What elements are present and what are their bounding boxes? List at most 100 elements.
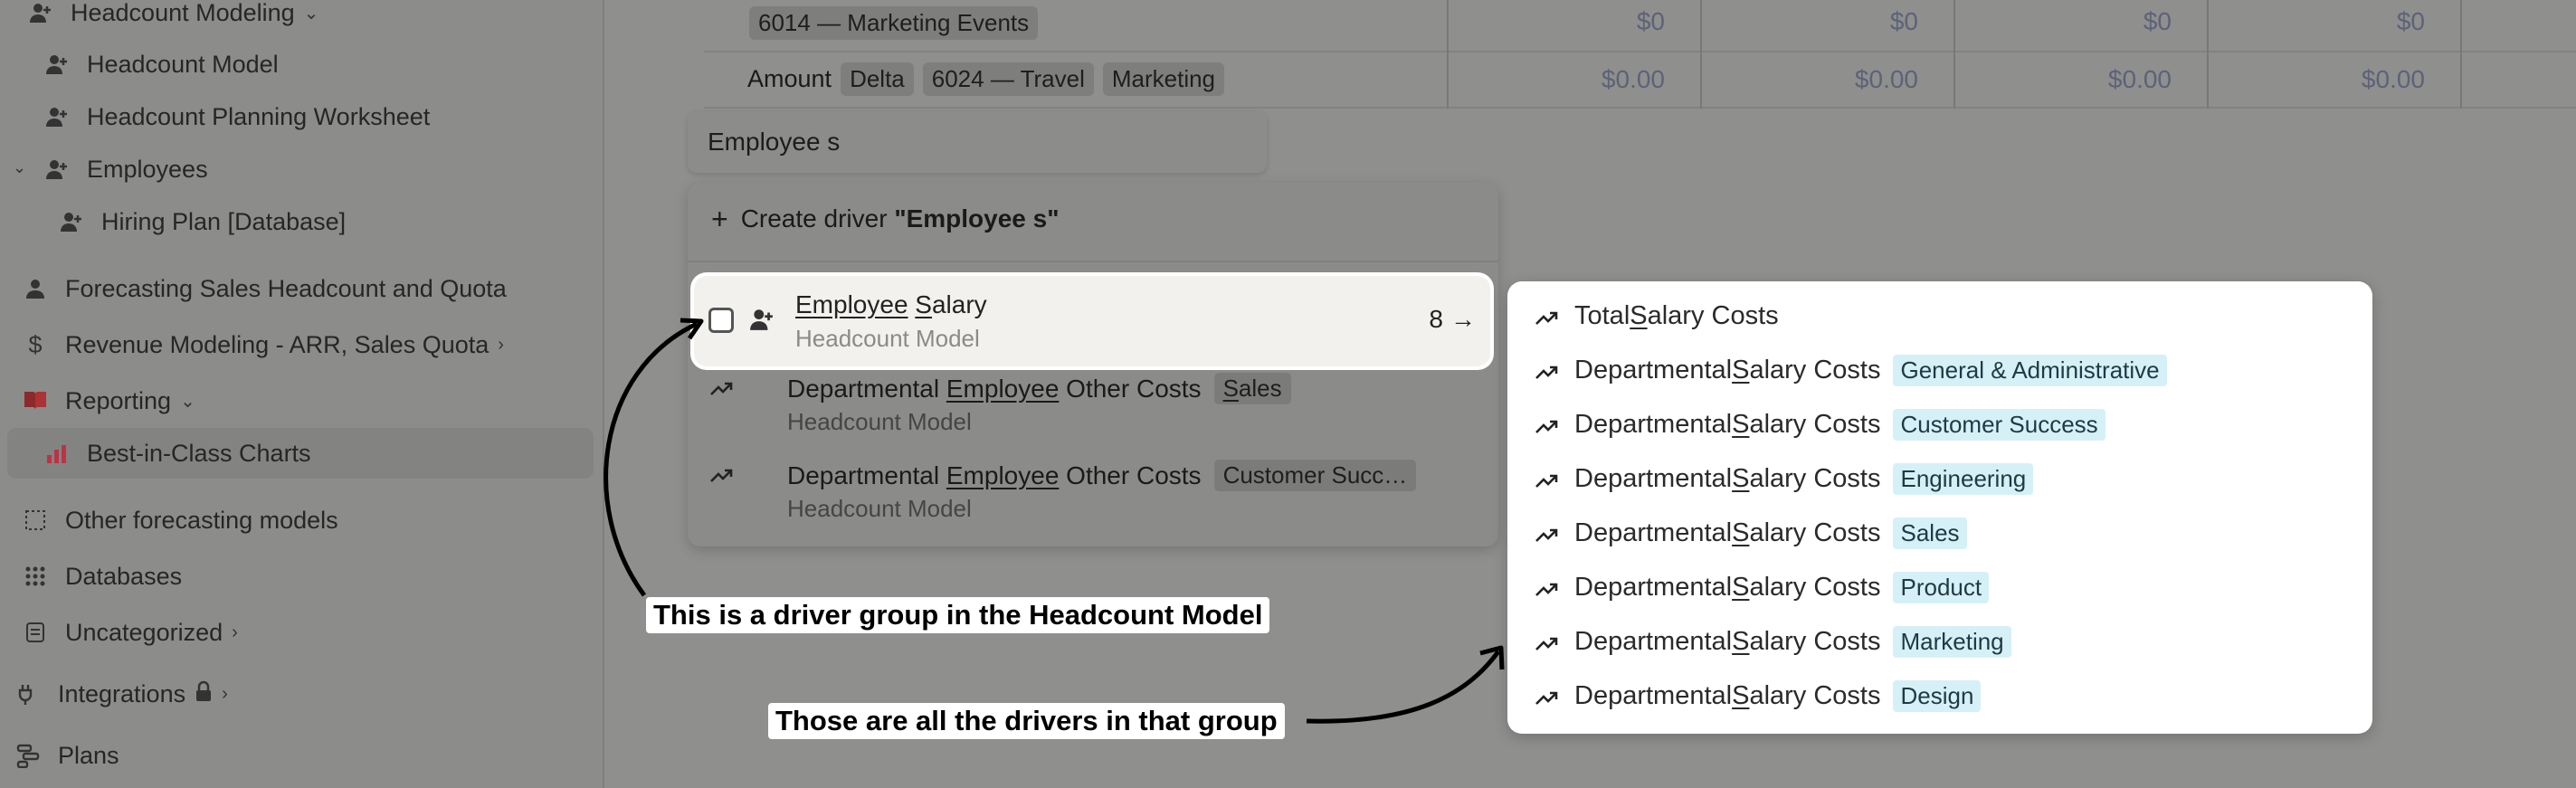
callout-arrow-group (604, 321, 699, 597)
option-title: Employee Salary (795, 290, 987, 318)
sidebar-item-label: Best-in-Class Charts (87, 439, 311, 467)
sidebar-item-label: Uncategorized (65, 618, 223, 646)
callout-drivers-in-group: Those are all the drivers in that group (768, 703, 1285, 739)
sidebar-item-label: Employees (87, 155, 208, 183)
search-input-value: Employee s (708, 128, 841, 156)
sidebar-item-best-in-class-charts[interactable]: Best-in-Class Charts (7, 428, 594, 479)
sidebar-item-label: Hiring Plan [Database] (101, 207, 347, 235)
department-tag: Marketing (1893, 625, 2011, 658)
trend-icon (709, 467, 735, 489)
account-chip[interactable]: 6024 — Travel (922, 62, 1094, 96)
driver-search-input[interactable]: Employee s (688, 111, 1267, 173)
driver-item[interactable]: Departmental Salary Costs Customer Succe… (1535, 406, 2105, 442)
sidebar-item-hiring-plan[interactable]: Hiring Plan [Database] (58, 204, 346, 240)
lock-icon (195, 680, 213, 708)
sidebar-item-label: Headcount Model (87, 50, 279, 78)
driver-item[interactable]: Departmental Salary Costs Engineering (1535, 460, 2034, 497)
document-icon (22, 619, 49, 646)
sidebar-item-uncategorized[interactable]: Uncategorized › (22, 614, 238, 650)
department-tag: Product (1893, 571, 1990, 603)
chevron-right-icon[interactable]: › (232, 622, 238, 643)
sidebar: Headcount Modeling ⌄ Headcount Model Hea… (0, 0, 604, 788)
driver-item[interactable]: Departmental Salary Costs General & Admi… (1535, 352, 2167, 388)
department-tag: General & Administrative (1893, 354, 2167, 386)
sidebar-item-label: Other forecasting models (65, 506, 338, 534)
column-divider (1700, 0, 1702, 109)
driver-item[interactable]: Departmental Salary Costs Product (1535, 569, 1990, 605)
table-cell[interactable]: $0.00 (1782, 65, 1918, 94)
sidebar-item-forecasting-sales[interactable]: Forecasting Sales Headcount and Quota (22, 271, 507, 307)
table-cell[interactable]: $0 (1782, 7, 1918, 36)
driver-option[interactable]: Departmental Employee Other Costs Sales … (710, 373, 1482, 454)
trend-icon (1535, 522, 1560, 552)
dollar-icon: $ (28, 330, 43, 358)
create-driver-label: Create driver (740, 204, 888, 233)
department-tag: Customer Success (1893, 408, 2105, 441)
table-cell[interactable]: $0.00 (2289, 65, 2425, 94)
driver-count[interactable]: 8 → (1429, 305, 1476, 334)
column-divider (2460, 0, 2462, 109)
department-tag: Design (1893, 679, 1982, 712)
table-cell[interactable]: $0 (2036, 7, 2172, 36)
chevron-down-icon[interactable]: ⌄ (180, 390, 195, 413)
sidebar-item-label: Headcount Modeling (71, 0, 295, 26)
grid-icon (22, 563, 49, 590)
option-subtitle: Headcount Model (787, 495, 972, 522)
callout-driver-group: This is a driver group in the Headcount … (646, 597, 1270, 633)
account-chip[interactable]: 6014 — Marketing Events (749, 5, 1039, 40)
person-plus-icon (27, 0, 54, 26)
option-subtitle: Headcount Model (795, 325, 980, 352)
arrow-right-icon: → (1450, 305, 1476, 333)
chevron-down-icon[interactable]: ⌄ (304, 2, 319, 24)
trend-icon (709, 380, 735, 403)
sidebar-item-other-forecasting-models[interactable]: Other forecasting models (22, 502, 338, 538)
table-cell[interactable]: $0 (1529, 7, 1665, 36)
sidebar-item-databases[interactable]: Databases (22, 558, 182, 594)
sidebar-item-headcount-modeling[interactable]: Headcount Modeling ⌄ (27, 0, 318, 31)
sidebar-item-reporting[interactable]: Reporting ⌄ (22, 383, 195, 419)
trend-icon (1535, 468, 1560, 498)
person-plus-icon (43, 103, 71, 130)
department-tag: Sales (1893, 517, 1967, 549)
driver-item[interactable]: Departmental Salary Costs Sales (1535, 515, 1967, 551)
table-cell[interactable]: $0.00 (1529, 65, 1665, 94)
sidebar-item-headcount-model[interactable]: Headcount Model (43, 46, 279, 82)
driver-group-option-employee-salary[interactable]: Employee Salary Headcount Model 8 → (694, 276, 1490, 366)
callout-arrow-drivers (1306, 650, 1501, 724)
sidebar-item-label: Integrations (58, 679, 186, 707)
sidebar-item-label: Revenue Modeling - ARR, Sales Quota (65, 330, 490, 358)
trend-icon (1535, 685, 1560, 715)
create-driver-query: "Employee s" (894, 204, 1060, 233)
sidebar-item-plans[interactable]: Plans (14, 737, 119, 774)
option-subtitle: Headcount Model (787, 408, 972, 435)
sidebar-item-headcount-planning-worksheet[interactable]: Headcount Planning Worksheet (43, 99, 430, 135)
table-cell[interactable]: $0 (2289, 7, 2425, 36)
driver-item[interactable]: Departmental Salary Costs Design (1535, 678, 1982, 714)
chevron-right-icon[interactable]: › (222, 684, 228, 705)
sidebar-item-integrations[interactable]: Integrations › (14, 676, 228, 712)
divider (688, 261, 1498, 262)
person-plus-icon (43, 156, 71, 183)
plus-icon: + (711, 203, 728, 235)
delta-chip[interactable]: Delta (841, 62, 914, 96)
driver-group-panel: Total Salary Costs Departmental Salary C… (1507, 281, 2372, 734)
callout-arrow-drivers-head (1479, 645, 1505, 670)
sidebar-item-label: Forecasting Sales Headcount and Quota (65, 274, 507, 302)
select-checkbox[interactable] (708, 308, 734, 333)
chevron-right-icon[interactable]: › (498, 335, 504, 356)
table-cell[interactable]: $0.00 (2036, 65, 2172, 94)
create-driver-option[interactable]: + Create driver "Employee s" (711, 204, 1060, 233)
driver-item[interactable]: Departmental Salary Costs Marketing (1535, 623, 2011, 660)
trend-icon (1535, 305, 1560, 335)
driver-item[interactable]: Total Salary Costs (1535, 298, 1779, 334)
sidebar-item-employees[interactable]: Employees (43, 151, 208, 187)
chevron-down-icon[interactable]: ⌄ (13, 158, 26, 177)
row-label: Amount (747, 64, 832, 92)
department-tag: Engineering (1893, 462, 2034, 495)
sidebar-item-label: Reporting (65, 386, 172, 414)
sidebar-item-revenue-modeling[interactable]: $ Revenue Modeling - ARR, Sales Quota › (22, 327, 504, 363)
sidebar-item-label: Plans (58, 741, 119, 769)
department-chip[interactable]: Marketing (1102, 62, 1225, 96)
trend-icon (1535, 359, 1560, 389)
driver-option[interactable]: Departmental Employee Other Costs Custom… (710, 460, 1482, 541)
